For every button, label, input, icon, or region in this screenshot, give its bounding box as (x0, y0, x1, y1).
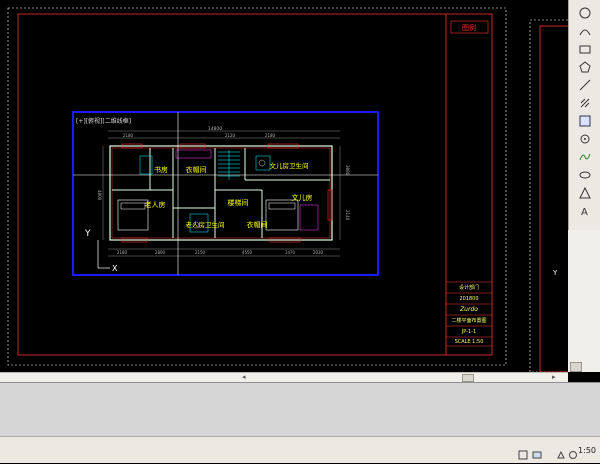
dim-bot-e: 1470 (285, 250, 296, 255)
dim-bot-f: 2030 (313, 250, 324, 255)
ellipse-tool-icon[interactable] (578, 168, 592, 182)
workspace-icon[interactable] (568, 445, 578, 459)
legend-tab-label: 图例 (462, 23, 476, 32)
room-label-child-bathroom: 文儿房卫生间 (270, 161, 309, 170)
dim-right-b: 2140 (345, 210, 350, 221)
dim-top-c: 2180 (265, 133, 276, 138)
vertical-scroll-track[interactable] (568, 230, 600, 372)
annotation-scale-icon[interactable] (556, 445, 566, 459)
model-space-icon[interactable] (518, 445, 528, 460)
title-signature: Zurdo (459, 306, 478, 313)
second-sheet-boundary (529, 19, 568, 372)
ucs-y-label: Y (84, 229, 91, 239)
vertical-scroll-thumb[interactable] (570, 362, 582, 372)
scroll-left-arrow-icon[interactable]: ◂ (242, 373, 250, 381)
layout-icon[interactable] (532, 445, 542, 459)
title-scale: SCALE 1:50 (455, 339, 484, 345)
room-label-study: 书房 (154, 165, 168, 174)
region-tool-icon[interactable] (578, 186, 592, 200)
rectangle-tool-icon[interactable] (578, 42, 592, 56)
circle-tool-icon[interactable] (578, 6, 592, 20)
ucs-icon: Y X (84, 229, 118, 273)
room-label-closet-2: 衣帽间 (247, 220, 268, 229)
dim-top-total: 14800 (208, 126, 222, 132)
dim-top-b: 2120 (225, 133, 236, 138)
spline-tool-icon[interactable] (578, 150, 592, 164)
insert-block-icon[interactable] (578, 114, 592, 128)
ucs-x-label: X (112, 264, 118, 273)
drawing-canvas[interactable]: 图例 设计部门 201800 Zurdo 二楼平面布置图 JP-1-1 SCAL… (0, 0, 568, 372)
scroll-right-arrow-icon[interactable]: ▸ (552, 373, 560, 381)
room-label-elder-bathroom: 老人房卫生间 (186, 220, 225, 229)
polygon-tool-icon[interactable] (578, 60, 592, 74)
zoom-level[interactable]: 1:50 (578, 446, 596, 455)
second-sheet-frame (539, 25, 568, 372)
svg-text:A: A (581, 207, 588, 218)
dim-bot-d: 4550 (242, 250, 253, 255)
line-tool-icon[interactable] (578, 78, 592, 92)
viewport-title[interactable]: [+][俯视][二维线框] (76, 117, 131, 125)
dim-right-a: 3880 (345, 165, 350, 176)
hatch-tool-icon[interactable] (578, 96, 592, 110)
dim-top-a: 2180 (123, 133, 134, 138)
dim-bot-c: 2150 (195, 250, 206, 255)
room-label-closet: 衣帽间 (186, 165, 207, 174)
room-label-elder-room: 老人房 (145, 200, 166, 209)
point-tool-icon[interactable] (578, 132, 592, 146)
horizontal-scroll-thumb[interactable] (462, 374, 474, 382)
command-line-area[interactable] (0, 382, 600, 437)
title-sheet-no: JP-1-1 (461, 329, 476, 335)
room-label-child-room: 文儿房 (292, 193, 313, 202)
title-date: 201800 (459, 296, 478, 302)
drawing-frame (17, 13, 493, 356)
model-space: 图例 设计部门 201800 Zurdo 二楼平面布置图 JP-1-1 SCAL… (7, 7, 568, 372)
vertical-scrollbar[interactable] (568, 230, 600, 372)
dim-left-a: 4800 (97, 190, 102, 201)
dim-bot-b: 2800 (155, 250, 166, 255)
title-drawing-name: 二楼平面布置图 (451, 317, 486, 324)
floor-plan: 14800 2180 2120 2180 2180 2800 2150 4550… (97, 126, 350, 257)
dim-bot-a: 2180 (117, 250, 128, 255)
multiline-text-icon[interactable]: A (578, 204, 592, 218)
arc-tool-icon[interactable] (578, 24, 592, 38)
status-bar: 1:50 (0, 436, 600, 463)
title-company: 设计部门 (459, 284, 479, 291)
paper-boundary (7, 7, 507, 366)
room-label-stairwell: 楼梯间 (228, 198, 249, 207)
svg-text:Y: Y (552, 269, 558, 277)
